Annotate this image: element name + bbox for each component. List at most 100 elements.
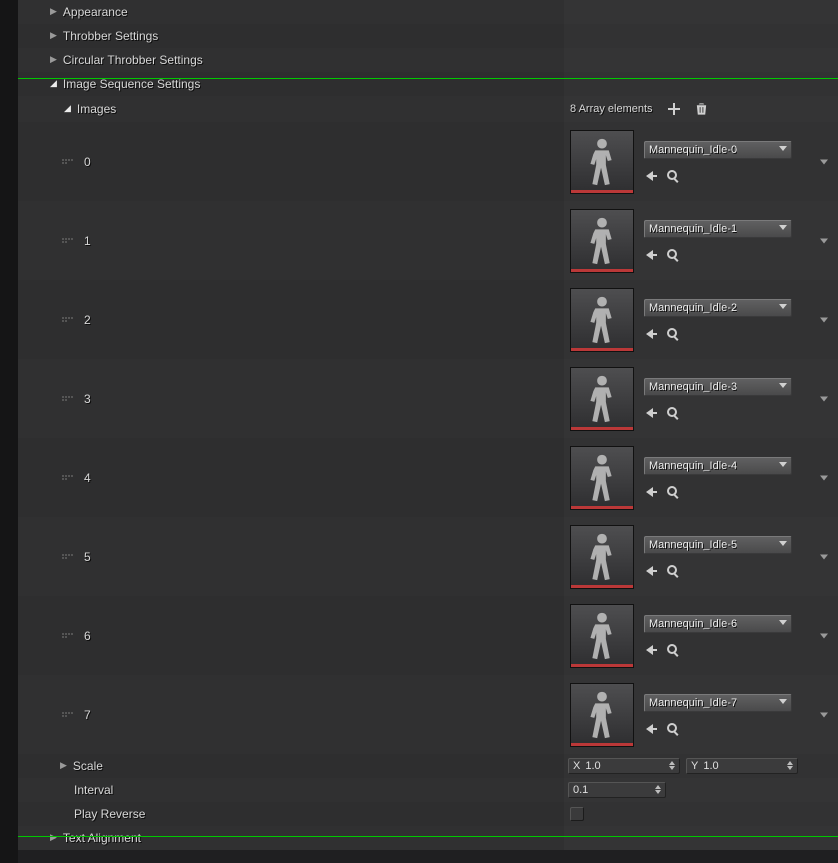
- browse-to-asset-button[interactable]: [666, 722, 680, 736]
- use-selected-button[interactable]: [644, 169, 658, 183]
- browse-to-asset-button[interactable]: [666, 406, 680, 420]
- element-index: 3: [84, 393, 91, 405]
- element-options-button[interactable]: [820, 554, 828, 559]
- property-play-reverse: Play Reverse: [18, 802, 838, 826]
- asset-name: Mannequin_Idle-5: [649, 539, 737, 551]
- element-options-button[interactable]: [820, 317, 828, 322]
- spinner-arrows-icon[interactable]: [668, 760, 676, 770]
- drop-marker-bottom: [18, 836, 838, 837]
- value: 0.1: [573, 784, 588, 796]
- element-index: 2: [84, 314, 91, 326]
- category-label: Text Alignment: [63, 832, 141, 844]
- asset-dropdown[interactable]: Mannequin_Idle-0: [644, 141, 792, 159]
- category-appearance[interactable]: ▶ Appearance: [18, 0, 838, 24]
- asset-dropdown[interactable]: Mannequin_Idle-6: [644, 615, 792, 633]
- asset-dropdown[interactable]: Mannequin_Idle-1: [644, 220, 792, 238]
- category-throbber[interactable]: ▶ Throbber Settings: [18, 24, 838, 48]
- asset-dropdown[interactable]: Mannequin_Idle-5: [644, 536, 792, 554]
- play-reverse-checkbox[interactable]: [570, 807, 584, 821]
- drag-handle-icon[interactable]: [62, 234, 74, 248]
- array-element-row: 5 Mannequin_Idle-5: [18, 517, 838, 596]
- category-text-alignment[interactable]: ▶ Text Alignment: [18, 826, 838, 850]
- browse-to-asset-button[interactable]: [666, 248, 680, 262]
- element-options-button[interactable]: [820, 238, 828, 243]
- array-element-row: 2 Mannequin_Idle-2: [18, 280, 838, 359]
- property-scale[interactable]: ▶ Scale X 1.0 Y 1.0: [18, 754, 838, 778]
- interval-input[interactable]: 0.1: [568, 782, 666, 798]
- element-options-button[interactable]: [820, 633, 828, 638]
- drag-handle-icon[interactable]: [62, 313, 74, 327]
- asset-dropdown[interactable]: Mannequin_Idle-4: [644, 457, 792, 475]
- drag-handle-icon[interactable]: [62, 471, 74, 485]
- element-index: 5: [84, 551, 91, 563]
- array-element-row: 1 Mannequin_Idle-1: [18, 201, 838, 280]
- spinner-arrows-icon[interactable]: [786, 760, 794, 770]
- asset-thumbnail[interactable]: [570, 130, 634, 194]
- browse-to-asset-button[interactable]: [666, 327, 680, 341]
- use-selected-button[interactable]: [644, 406, 658, 420]
- element-options-button[interactable]: [820, 159, 828, 164]
- asset-thumbnail[interactable]: [570, 288, 634, 352]
- asset-thumbnail[interactable]: [570, 446, 634, 510]
- category-circular-throbber[interactable]: ▶ Circular Throbber Settings: [18, 48, 838, 72]
- spinner-arrows-icon[interactable]: [654, 784, 662, 794]
- category-label: Appearance: [63, 6, 128, 18]
- property-label: Scale: [73, 760, 103, 772]
- use-selected-button[interactable]: [644, 248, 658, 262]
- drag-handle-icon[interactable]: [62, 155, 74, 169]
- use-selected-button[interactable]: [644, 327, 658, 341]
- element-index: 7: [84, 709, 91, 721]
- expand-icon: ▶: [50, 31, 57, 40]
- add-element-button[interactable]: [667, 102, 681, 116]
- browse-to-asset-button[interactable]: [666, 485, 680, 499]
- drag-handle-icon[interactable]: [62, 708, 74, 722]
- asset-thumbnail[interactable]: [570, 525, 634, 589]
- scale-x-input[interactable]: X 1.0: [568, 758, 680, 774]
- asset-name: Mannequin_Idle-3: [649, 381, 737, 393]
- asset-dropdown[interactable]: Mannequin_Idle-3: [644, 378, 792, 396]
- element-index: 4: [84, 472, 91, 484]
- drag-handle-icon[interactable]: [62, 550, 74, 564]
- chevron-down-icon: [779, 304, 787, 309]
- scale-y-input[interactable]: Y 1.0: [686, 758, 798, 774]
- value: 1.0: [703, 760, 718, 772]
- clear-array-button[interactable]: [695, 102, 709, 116]
- drop-marker-top: [18, 78, 838, 79]
- element-options-button[interactable]: [820, 712, 828, 717]
- use-selected-button[interactable]: [644, 485, 658, 499]
- property-interval: Interval 0.1: [18, 778, 838, 802]
- asset-name: Mannequin_Idle-2: [649, 302, 737, 314]
- drag-handle-icon[interactable]: [62, 392, 74, 406]
- element-index: 6: [84, 630, 91, 642]
- array-element-row: 7 Mannequin_Idle-7: [18, 675, 838, 754]
- use-selected-button[interactable]: [644, 722, 658, 736]
- asset-thumbnail[interactable]: [570, 367, 634, 431]
- browse-to-asset-button[interactable]: [666, 169, 680, 183]
- category-label: Throbber Settings: [63, 30, 158, 42]
- asset-name: Mannequin_Idle-4: [649, 460, 737, 472]
- browse-to-asset-button[interactable]: [666, 564, 680, 578]
- drag-handle-icon[interactable]: [62, 629, 74, 643]
- asset-name: Mannequin_Idle-0: [649, 144, 737, 156]
- asset-thumbnail[interactable]: [570, 683, 634, 747]
- use-selected-button[interactable]: [644, 564, 658, 578]
- value: 1.0: [585, 760, 600, 772]
- category-image-sequence[interactable]: ◢ Image Sequence Settings: [18, 72, 838, 96]
- array-summary: 8 Array elements: [570, 104, 653, 115]
- chevron-down-icon: [779, 620, 787, 625]
- asset-dropdown[interactable]: Mannequin_Idle-2: [644, 299, 792, 317]
- use-selected-button[interactable]: [644, 643, 658, 657]
- expand-icon: ▶: [50, 833, 57, 842]
- element-index: 1: [84, 235, 91, 247]
- element-options-button[interactable]: [820, 396, 828, 401]
- images-array-header[interactable]: ◢ Images 8 Array elements: [18, 96, 838, 122]
- chevron-down-icon: [779, 225, 787, 230]
- browse-to-asset-button[interactable]: [666, 643, 680, 657]
- collapse-icon: ◢: [50, 79, 57, 88]
- array-element-row: 3 Mannequin_Idle-3: [18, 359, 838, 438]
- expand-icon: ▶: [60, 761, 67, 770]
- asset-thumbnail[interactable]: [570, 604, 634, 668]
- asset-thumbnail[interactable]: [570, 209, 634, 273]
- asset-dropdown[interactable]: Mannequin_Idle-7: [644, 694, 792, 712]
- element-options-button[interactable]: [820, 475, 828, 480]
